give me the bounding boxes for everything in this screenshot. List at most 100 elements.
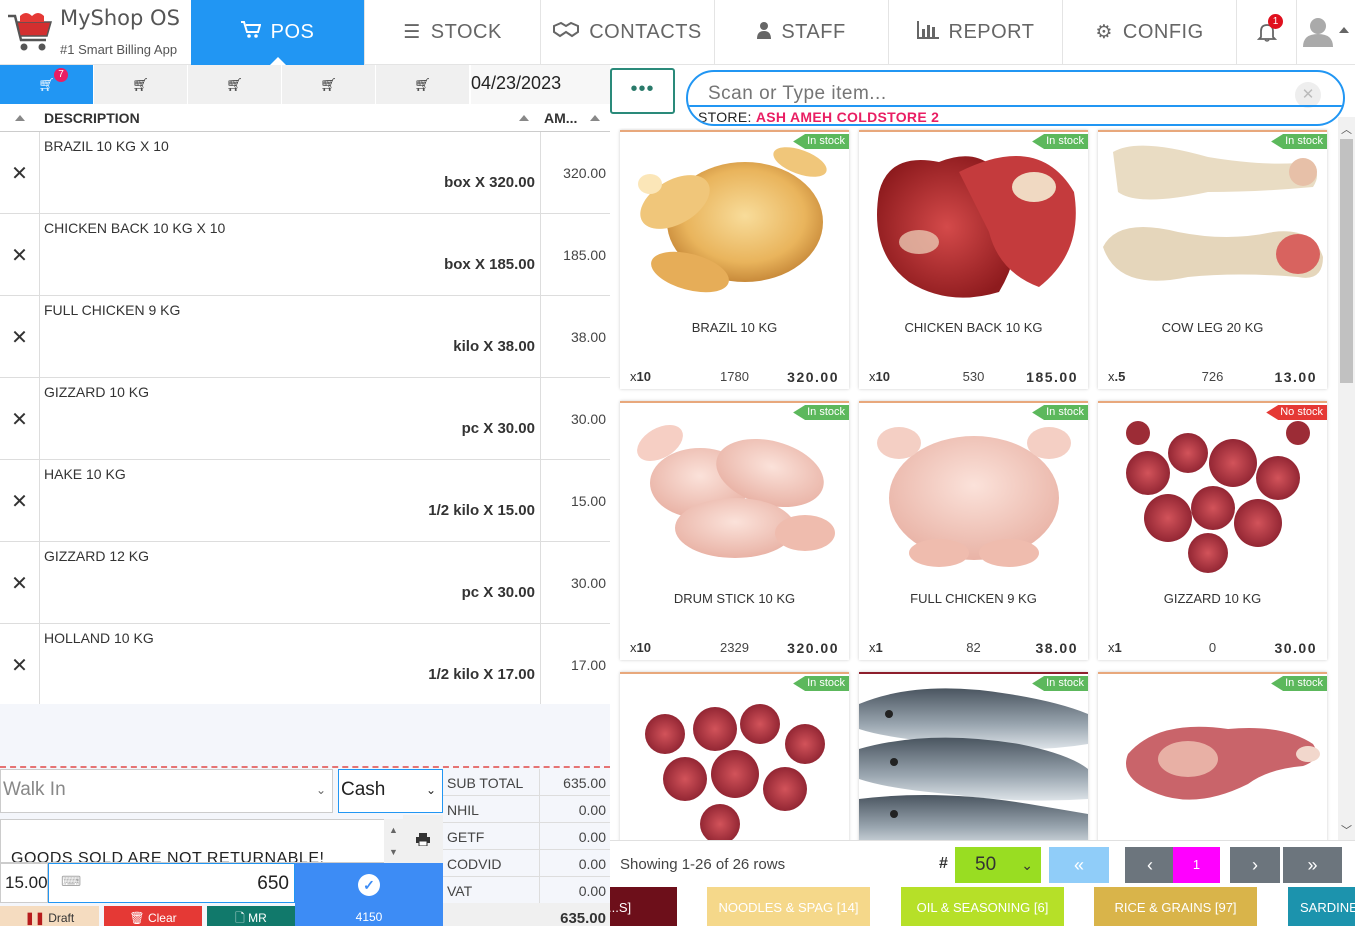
last-page-button[interactable]: » <box>1283 847 1342 883</box>
category-button[interactable]: RICE & GRAINS [97] <box>1094 887 1257 926</box>
pagination-info: Showing 1-26 of 26 rows <box>620 856 786 873</box>
product-name: GIZZARD 10 KG <box>1163 591 1262 606</box>
cart-row[interactable]: ✕ CHICKEN BACK 10 KG X 10 box X 185.00 1… <box>0 214 610 296</box>
remove-item-icon[interactable]: ✕ <box>0 132 40 214</box>
search-input[interactable] <box>708 81 1268 107</box>
shopping-cart-logo-icon <box>8 13 52 51</box>
prev-page-button[interactable]: ‹ <box>1125 847 1175 883</box>
cart-row[interactable]: ✕ HOLLAND 10 KG 1/2 kilo X 17.00 17.00 <box>0 624 610 706</box>
cart-tab-5[interactable]: 🛒︎ <box>376 65 470 104</box>
sale-date-field[interactable]: 04/23/2023 <box>471 65 610 104</box>
app-logo[interactable]: MyShop OS #1 Smart Billing App <box>0 0 191 65</box>
scroll-down-icon[interactable]: ▼ <box>384 841 403 863</box>
product-card[interactable]: In stock <box>859 672 1088 840</box>
item-name: GIZZARD 12 KG <box>44 548 150 564</box>
receipt-notes-textarea[interactable]: GOODS SOLD ARE NOT RETURNABLE! <box>0 819 403 863</box>
cart-row[interactable]: ✕ GIZZARD 10 KG pc X 30.00 30.00 <box>0 378 610 460</box>
total-value: 635.00 <box>563 775 606 791</box>
clear-button[interactable]: 🗑︎ Clear <box>104 906 202 926</box>
category-button[interactable]: NOODLES & SPAG [14] <box>707 887 870 926</box>
app-tagline: #1 Smart Billing App <box>60 42 178 57</box>
cart-tab-2[interactable]: 🛒︎ <box>94 65 188 104</box>
notifications-button[interactable]: 1 <box>1236 0 1296 65</box>
item-amount: 185.00 <box>540 214 610 296</box>
scroll-up-icon[interactable]: ▲ <box>384 819 403 841</box>
category-label: ...S] <box>610 900 632 915</box>
cart-row[interactable]: ✕ BRAZIL 10 KG X 10 box X 320.00 320.00 <box>0 132 610 214</box>
product-card[interactable]: In stock FULL CHICKEN 9 KG x1 82 38.00 <box>859 401 1088 660</box>
next-page-button[interactable]: › <box>1230 847 1280 883</box>
cart-row[interactable]: ✕ GIZZARD 12 KG pc X 30.00 30.00 <box>0 542 610 624</box>
sort-asc-icon[interactable] <box>15 115 25 121</box>
complete-sale-button[interactable]: ✓ 4150 <box>295 863 443 926</box>
product-card[interactable]: In stock COW LEG 20 KG x.5 726 13.00 <box>1098 130 1327 389</box>
user-menu[interactable] <box>1296 0 1355 65</box>
mr-button[interactable]: 🗋︎ MR <box>207 906 295 926</box>
tab-staff[interactable]: STAFF <box>714 0 888 65</box>
top-bar: MyShop OS #1 Smart Billing App POS ☰ STO… <box>0 0 1355 65</box>
total-label: GETF <box>447 829 485 845</box>
total-value: 0.00 <box>578 802 606 818</box>
product-price: 320.00 <box>787 640 839 656</box>
product-card[interactable]: In stock BRAZIL 10 KG x10 1780 320.00 <box>620 130 849 389</box>
store-indicator[interactable]: STORE: ASH AMEH COLDSTORE 2 <box>688 105 1343 124</box>
category-button[interactable]: OIL & SEASONING [6] <box>901 887 1064 926</box>
column-description[interactable]: DESCRIPTION <box>44 110 140 126</box>
print-button[interactable] <box>403 815 443 863</box>
product-card[interactable]: In stock DRUM STICK 10 KG x10 2329 320.0… <box>620 401 849 660</box>
tab-pos[interactable]: POS <box>191 0 364 65</box>
chevron-down-icon <box>1339 27 1349 33</box>
product-grid: In stock BRAZIL 10 KG x10 1780 320.00 In… <box>610 128 1338 840</box>
payment-method-select[interactable]: Cash ⌄ <box>338 769 443 813</box>
cart-tab-4[interactable]: 🛒︎ <box>282 65 376 104</box>
product-card[interactable]: In stock CHICKEN BACK 10 KG x10 530 185.… <box>859 130 1088 389</box>
scrollbar-thumb[interactable] <box>1340 139 1353 383</box>
category-button[interactable]: ...S] <box>610 887 677 926</box>
cart-row[interactable]: ✕ FULL CHICKEN 9 KG kilo X 38.00 38.00 <box>0 296 610 378</box>
pagination-bar: Showing 1-26 of 26 rows # 50 ⌄ « ‹ 1 › » <box>610 840 1355 886</box>
cart-row[interactable]: ✕ HAKE 10 KG 1/2 kilo X 15.00 15.00 <box>0 460 610 542</box>
remove-item-icon[interactable]: ✕ <box>0 624 40 706</box>
sort-asc-icon[interactable] <box>590 115 600 121</box>
tab-contacts[interactable]: CONTACTS <box>540 0 714 65</box>
check-circle-icon: ✓ <box>358 874 380 896</box>
cart-icon: 🛒︎ <box>38 76 55 92</box>
category-button[interactable]: SARDINE <box>1288 887 1355 926</box>
keyboard-icon[interactable]: ⌨ <box>61 873 81 890</box>
more-options-button[interactable]: ••• <box>610 68 675 114</box>
user-icon <box>757 21 772 45</box>
first-page-button[interactable]: « <box>1049 847 1109 883</box>
cart-icon: 🛒︎ <box>320 76 337 92</box>
cart-tab-1[interactable]: 🛒︎ 7 <box>0 65 94 104</box>
remove-item-icon[interactable]: ✕ <box>0 378 40 460</box>
remove-item-icon[interactable]: ✕ <box>0 296 40 378</box>
remove-item-icon[interactable]: ✕ <box>0 542 40 624</box>
tab-stock[interactable]: ☰ STOCK <box>364 0 540 65</box>
tab-report[interactable]: REPORT <box>888 0 1062 65</box>
cart-tabs: 🛒︎ 7 🛒︎ 🛒︎ 🛒︎ 🛒︎ <box>0 65 470 104</box>
draft-button[interactable]: ❚❚ Draft <box>0 906 99 926</box>
tendered-amount-input[interactable]: ⌨ 650 <box>48 863 295 903</box>
sort-asc-icon[interactable] <box>519 115 529 121</box>
notes-scrollbar[interactable]: ▲ ▼ <box>384 819 403 863</box>
tab-config[interactable]: ⚙ CONFIG <box>1062 0 1236 65</box>
column-amount[interactable]: AM... <box>544 110 577 126</box>
cart-tab-3[interactable]: 🛒︎ <box>188 65 282 104</box>
product-card[interactable]: In stock <box>620 672 849 840</box>
product-grid-scrollbar[interactable]: ︿ ﹀ <box>1338 117 1355 840</box>
remove-item-icon[interactable]: ✕ <box>0 460 40 542</box>
scroll-down-icon[interactable]: ﹀ <box>1341 822 1352 838</box>
category-label: NOODLES & SPAG [14] <box>718 900 859 915</box>
remove-item-icon[interactable]: ✕ <box>0 214 40 296</box>
product-card[interactable]: No stock GIZZARD 10 KG x1 0 30.00 <box>1098 401 1327 660</box>
avatar-icon <box>1303 18 1333 47</box>
product-name: CHICKEN BACK 10 KG <box>904 320 1043 335</box>
page-1-button[interactable]: 1 <box>1173 847 1220 883</box>
page-size-select[interactable]: 50 ⌄ <box>955 847 1041 883</box>
tab-config-label: CONFIG <box>1122 21 1204 43</box>
customer-select[interactable]: Walk In ⌄ <box>0 769 333 813</box>
product-card[interactable]: In stock <box>1098 672 1327 840</box>
scroll-up-icon[interactable]: ︿ <box>1341 121 1352 137</box>
quantity-input[interactable]: 15.00 <box>0 863 48 903</box>
product-image-gizzards <box>645 704 825 840</box>
